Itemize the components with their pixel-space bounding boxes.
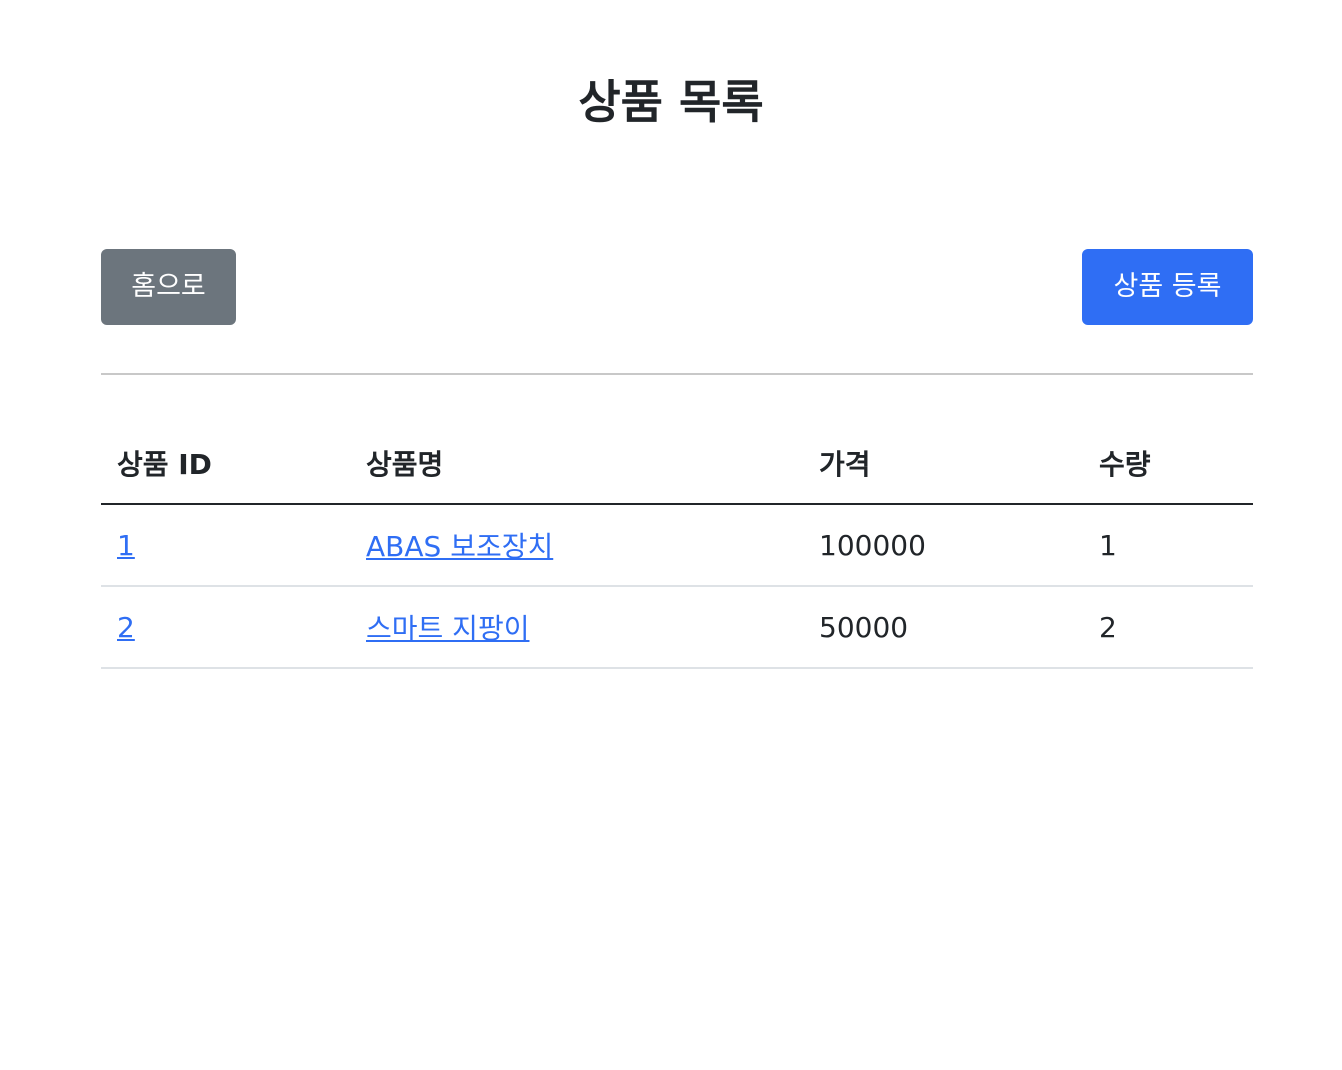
table-row: 1 ABAS 보조장치 100000 1 — [101, 504, 1253, 587]
cell-product-id: 2 — [101, 586, 350, 669]
cell-quantity: 2 — [1083, 586, 1253, 669]
product-name-link[interactable]: ABAS 보조장치 — [366, 530, 553, 563]
divider — [101, 373, 1253, 375]
product-name-link[interactable]: 스마트 지팡이 — [366, 612, 529, 645]
header-product-name: 상품명 — [350, 423, 803, 505]
page: 상품 목록 홈으로 상품 등록 상품 ID 상품명 가격 수량 1 ABAS 보… — [0, 0, 1342, 1070]
page-title: 상품 목록 — [578, 75, 764, 129]
cell-product-id: 1 — [101, 504, 350, 587]
product-id-link[interactable]: 1 — [117, 529, 135, 562]
header-product-id: 상품 ID — [101, 423, 350, 505]
cell-product-name: ABAS 보조장치 — [350, 504, 803, 587]
product-table: 상품 ID 상품명 가격 수량 1 ABAS 보조장치 100000 1 2 스… — [101, 423, 1253, 669]
header-quantity: 수량 — [1083, 423, 1253, 505]
table-header-row: 상품 ID 상품명 가격 수량 — [101, 423, 1253, 505]
home-button[interactable]: 홈으로 — [101, 249, 236, 325]
add-product-button[interactable]: 상품 등록 — [1082, 249, 1253, 325]
product-id-link[interactable]: 2 — [117, 611, 135, 644]
header-price: 가격 — [803, 423, 1083, 505]
cell-price: 50000 — [803, 586, 1083, 669]
cell-quantity: 1 — [1083, 504, 1253, 587]
cell-product-name: 스마트 지팡이 — [350, 586, 803, 669]
cell-price: 100000 — [803, 504, 1083, 587]
table-row: 2 스마트 지팡이 50000 2 — [101, 586, 1253, 669]
